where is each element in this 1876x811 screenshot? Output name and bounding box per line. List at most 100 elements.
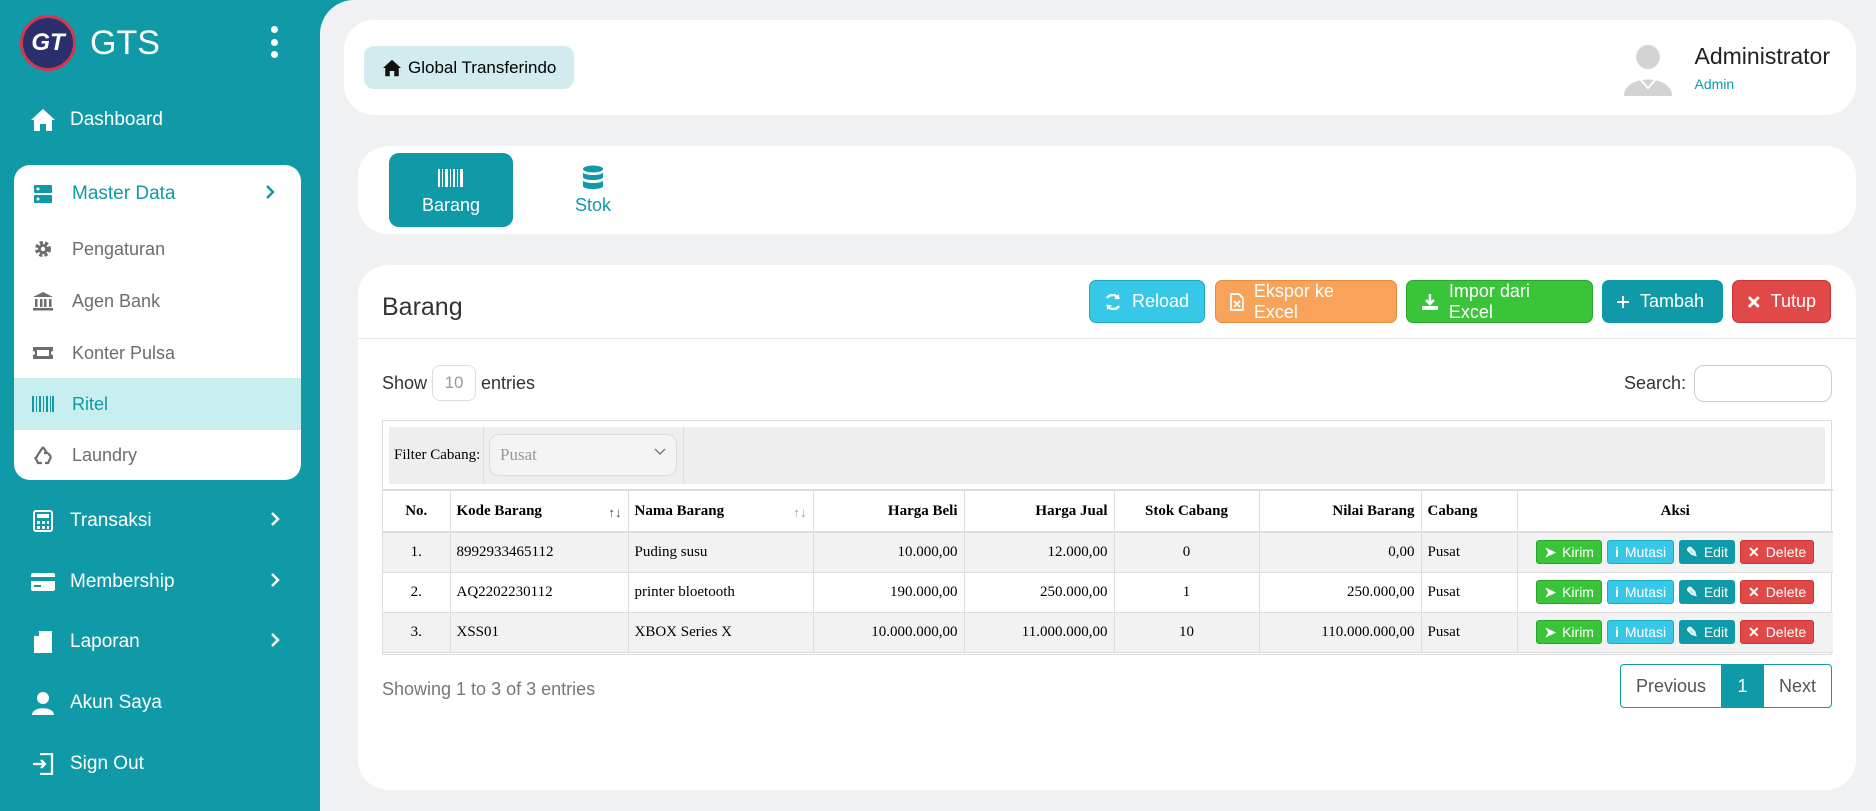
cell-nama: printer bloetooth bbox=[628, 572, 814, 612]
import-excel-button[interactable]: Impor dari Excel bbox=[1406, 280, 1593, 323]
nav-akun-saya[interactable]: Akun Saya bbox=[30, 690, 290, 716]
table-row: 3. XSS01 XBOX Series X 10.000.000,00 11.… bbox=[383, 612, 1833, 652]
mutasi-button[interactable]: i Mutasi bbox=[1606, 540, 1675, 565]
cell-no: 2. bbox=[383, 572, 451, 612]
nav-dashboard[interactable]: Dashboard bbox=[30, 107, 290, 133]
column-header[interactable]: Nilai Barang bbox=[1259, 490, 1422, 532]
edit-button[interactable]: ✎ Edit bbox=[1679, 620, 1735, 644]
sidebar-item-pengaturan[interactable]: Pengaturan bbox=[14, 223, 301, 275]
barang-table: No. Kode Barang ↑↓ Nama Barang ↑↓ Harga Be… bbox=[383, 489, 1833, 653]
cell-harga-beli: 190.000,00 bbox=[813, 572, 965, 612]
entries-select[interactable]: 10 bbox=[432, 365, 477, 401]
nav-laporan[interactable]: Laporan bbox=[30, 629, 290, 655]
cell-cabang: Pusat bbox=[1421, 572, 1518, 612]
close-button[interactable]: Tutup bbox=[1732, 280, 1831, 323]
column-header-nama[interactable]: Nama Barang ↑↓ bbox=[628, 490, 814, 532]
edit-button[interactable]: ✎ Edit bbox=[1679, 580, 1735, 604]
reload-button[interactable]: Reload bbox=[1089, 280, 1205, 323]
delete-button[interactable]: ✕ Delete bbox=[1739, 540, 1815, 565]
nav-membership[interactable]: Membership bbox=[30, 569, 290, 595]
column-header-kode[interactable]: Kode Barang ↑↓ bbox=[450, 490, 629, 532]
divider bbox=[683, 427, 684, 484]
cell-kode: XSS01 bbox=[450, 612, 629, 652]
pagination: Previous 1 Next bbox=[1619, 664, 1832, 708]
data-table-wrapper: Filter Cabang: Pusat No. Kode Barang ↑↓ N… bbox=[382, 420, 1833, 655]
edit-label: Edit bbox=[1703, 584, 1728, 600]
cell-nilai: 0,00 bbox=[1259, 532, 1422, 572]
book-icon bbox=[30, 629, 56, 655]
table-row: 1. 8992933465112 Puding susu 10.000,00 1… bbox=[383, 532, 1833, 572]
sidebar-item-konter-pulsa[interactable]: Konter Pulsa bbox=[14, 327, 301, 379]
sidebar-item-laundry[interactable]: Laundry bbox=[14, 429, 301, 480]
add-button[interactable]: Tambah bbox=[1602, 280, 1723, 323]
filter-row: Filter Cabang: Pusat bbox=[389, 427, 1825, 484]
edit-label: Edit bbox=[1703, 544, 1728, 561]
excel-file-icon bbox=[1230, 292, 1244, 311]
search-input[interactable] bbox=[1694, 365, 1832, 402]
cell-stok: 1 bbox=[1114, 572, 1260, 612]
cell-no: 3. bbox=[383, 612, 451, 652]
mutasi-label: Mutasi bbox=[1624, 584, 1667, 600]
search-label: Search: bbox=[1623, 373, 1686, 393]
cell-aksi: ➤ Kirim i Mutasi ✎ Edit ✕ Delete bbox=[1517, 532, 1833, 572]
download-icon bbox=[1421, 293, 1438, 310]
column-label: Nama Barang bbox=[634, 502, 725, 519]
next-page-button[interactable]: Next bbox=[1762, 665, 1831, 707]
info-icon: i bbox=[1614, 544, 1619, 561]
bank-icon bbox=[32, 290, 54, 312]
close-label: Tutup bbox=[1770, 291, 1816, 311]
column-header[interactable]: Stok Cabang bbox=[1114, 490, 1260, 532]
kirim-button[interactable]: ➤ Kirim bbox=[1536, 580, 1602, 604]
mutasi-button[interactable]: i Mutasi bbox=[1606, 580, 1675, 604]
sidebar-item-ritel[interactable]: Ritel bbox=[14, 378, 301, 430]
divider bbox=[483, 427, 484, 484]
chevron-right-icon bbox=[270, 572, 280, 593]
sidebar-item-agen-bank[interactable]: Agen Bank bbox=[14, 275, 301, 327]
mutasi-button[interactable]: i Mutasi bbox=[1606, 620, 1675, 644]
cell-no: 1. bbox=[383, 532, 451, 572]
kirim-button[interactable]: ➤ Kirim bbox=[1536, 540, 1602, 565]
edit-icon: ✎ bbox=[1686, 623, 1698, 640]
info-icon: i bbox=[1614, 584, 1619, 600]
delete-label: Delete bbox=[1765, 624, 1807, 640]
more-options-icon[interactable] bbox=[268, 26, 280, 58]
delete-button[interactable]: ✕ Delete bbox=[1739, 620, 1815, 644]
server-icon bbox=[32, 183, 54, 205]
delete-label: Delete bbox=[1765, 544, 1807, 561]
kirim-button[interactable]: ➤ Kirim bbox=[1536, 620, 1602, 644]
nav-master-data[interactable]: Master Data bbox=[14, 165, 301, 223]
column-header[interactable]: No. bbox=[383, 490, 451, 532]
kirim-label: Kirim bbox=[1562, 544, 1594, 561]
page-1-button[interactable]: 1 bbox=[1720, 665, 1763, 707]
cell-harga-beli: 10.000.000,00 bbox=[813, 612, 965, 652]
avatar bbox=[1623, 45, 1672, 96]
user-role: Admin bbox=[1694, 75, 1735, 92]
nav-transaksi[interactable]: Transaksi bbox=[30, 508, 290, 534]
filter-cabang-select[interactable]: Pusat bbox=[489, 434, 677, 476]
table-row: 2. AQ2202230112 printer bloetooth 190.00… bbox=[383, 572, 1833, 612]
export-excel-button[interactable]: Ekspor ke Excel bbox=[1215, 280, 1397, 323]
column-header[interactable]: Harga Beli bbox=[813, 490, 965, 532]
cell-harga-jual: 250.000,00 bbox=[964, 572, 1115, 612]
barcode-icon bbox=[438, 165, 464, 191]
delete-button[interactable]: ✕ Delete bbox=[1739, 580, 1815, 604]
tab-stok[interactable]: Stok bbox=[531, 153, 655, 227]
breadcrumb[interactable]: Global Transferindo bbox=[364, 46, 575, 89]
sidebar: GT GTS Dashboard Master Data Pengaturan bbox=[0, 0, 320, 811]
chevron-right-icon bbox=[265, 184, 275, 205]
sidebar-item-label: Laundry bbox=[72, 444, 138, 465]
tab-label: Stok bbox=[574, 194, 612, 215]
edit-label: Edit bbox=[1703, 624, 1728, 640]
user-menu[interactable]: Administrator Admin bbox=[1619, 38, 1830, 96]
column-header[interactable]: Harga Jual bbox=[964, 490, 1115, 532]
tab-barang[interactable]: Barang bbox=[389, 153, 513, 227]
send-icon: ➤ bbox=[1544, 543, 1557, 560]
brand[interactable]: GT GTS bbox=[20, 15, 160, 71]
column-header[interactable]: Cabang bbox=[1421, 490, 1518, 532]
barang-card: Barang Reload Ekspor ke Excel Impor dari… bbox=[358, 265, 1856, 790]
nav-sign-out[interactable]: Sign Out bbox=[30, 751, 290, 777]
edit-button[interactable]: ✎ Edit bbox=[1679, 540, 1735, 565]
previous-page-button[interactable]: Previous bbox=[1621, 665, 1721, 707]
cell-aksi: ➤ Kirim i Mutasi ✎ Edit ✕ Delete bbox=[1517, 612, 1833, 652]
sort-icon: ↑↓ bbox=[793, 505, 807, 520]
